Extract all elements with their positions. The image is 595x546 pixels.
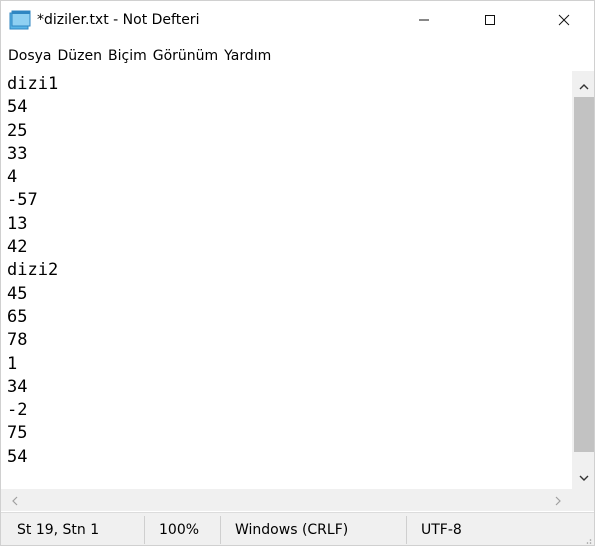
scroll-right-button[interactable] [547,489,569,511]
text-line: 13 [7,213,28,234]
close-button[interactable] [541,1,587,39]
notepad-icon [9,10,31,30]
chevron-right-icon [555,491,562,510]
text-line: -57 [7,190,38,211]
text-line: 78 [7,330,28,351]
vertical-scroll-thumb[interactable] [574,97,594,452]
text-content[interactable]: dizi1 54 25 33 4 -57 13 42 dizi2 45 65 7… [7,73,58,469]
status-divider [406,516,407,544]
text-line: 4 [7,167,18,188]
chevron-left-icon [11,491,18,510]
vertical-scrollbar[interactable] [572,71,594,489]
text-line: 25 [7,120,28,141]
menu-bicim[interactable]: Biçim [106,46,149,66]
status-divider [144,516,145,544]
chevron-up-icon [579,75,589,94]
text-line: 42 [7,237,28,258]
maximize-button[interactable] [467,1,513,39]
minimize-icon [418,11,430,30]
text-line: dizi1 [7,74,59,94]
status-line-ending: Windows (CRLF) [235,522,349,538]
status-encoding: UTF-8 [421,522,462,538]
menu-dosya[interactable]: Dosya [6,46,54,66]
title-bar[interactable]: *diziler.txt - Not Defteri [1,1,594,41]
scroll-down-button[interactable] [572,465,594,487]
notepad-window: *diziler.txt - Not Defteri Dosya Düzen B… [0,0,595,546]
text-line: 34 [7,376,28,397]
menu-bar: Dosya Düzen Biçim Görünüm Yardım [1,43,594,69]
menu-gorunum[interactable]: Görünüm [151,46,220,66]
status-divider [220,516,221,544]
text-line: 1 [7,353,18,374]
status-zoom: 100% [159,522,200,538]
chevron-down-icon [579,467,589,486]
scroll-left-button[interactable] [3,489,25,511]
status-bar: St 19, Stn 1 100% Windows (CRLF) UTF-8 [1,512,594,545]
window-title: *diziler.txt - Not Defteri [37,12,200,28]
scroll-up-button[interactable] [572,73,594,95]
status-cursor-position: St 19, Stn 1 [17,522,100,538]
text-line: 54 [7,97,28,118]
menu-yardim[interactable]: Yardım [222,46,273,66]
menu-duzen[interactable]: Düzen [56,46,105,66]
text-line: 54 [7,446,28,467]
text-line: 65 [7,306,28,327]
scrollbar-corner [572,489,594,511]
maximize-icon [484,11,496,30]
text-line: 45 [7,283,28,304]
text-line: 75 [7,423,28,444]
text-line: dizi2 [7,260,59,281]
horizontal-scrollbar[interactable] [1,489,572,511]
text-editor[interactable]: dizi1 54 25 33 4 -57 13 42 dizi2 45 65 7… [1,71,571,489]
minimize-button[interactable] [401,1,447,39]
text-line: -2 [7,400,28,421]
close-icon [558,11,570,30]
text-line: 33 [7,143,28,164]
resize-grip-icon[interactable] [582,533,592,544]
